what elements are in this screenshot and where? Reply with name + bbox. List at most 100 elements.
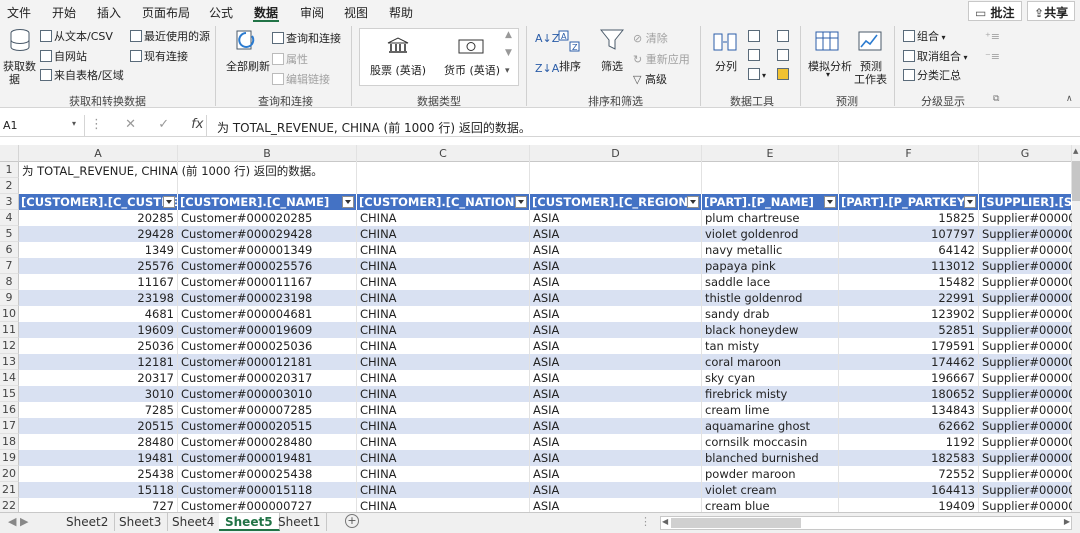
table-cell[interactable]: 1349 [19, 242, 178, 258]
table-cell[interactable]: Supplier#000000 [979, 210, 1072, 226]
filter-dropdown-icon[interactable] [824, 196, 836, 208]
table-cell[interactable]: Customer#000025438 [178, 466, 357, 482]
table-cell[interactable]: CHINA [357, 338, 530, 354]
row-header[interactable]: 20 [0, 466, 19, 482]
table-cell[interactable]: ASIA [530, 386, 702, 402]
table-cell[interactable]: 113012 [839, 258, 979, 274]
table-cell[interactable]: Supplier#000000 [979, 370, 1072, 386]
table-cell[interactable]: Supplier#000000 [979, 306, 1072, 322]
edit-links-button[interactable]: 编辑链接 [272, 71, 330, 87]
table-cell[interactable]: 28480 [19, 434, 178, 450]
table-cell[interactable]: 4681 [19, 306, 178, 322]
row-header[interactable]: 11 [0, 322, 19, 338]
table-cell[interactable]: ASIA [530, 338, 702, 354]
queries-connections-button[interactable]: 查询和连接 [272, 30, 341, 46]
sort-button[interactable]: 排序 [559, 58, 581, 74]
table-cell[interactable]: violet cream [702, 482, 839, 498]
table-cell[interactable]: Customer#000012181 [178, 354, 357, 370]
menu-help[interactable]: 帮助 [389, 4, 413, 21]
filter-dropdown-icon[interactable] [964, 196, 976, 208]
name-box[interactable]: A1 ▾ [0, 115, 85, 137]
row-header[interactable]: 12 [0, 338, 19, 354]
ungroup-button[interactable]: 取消组合 ▾ [903, 48, 968, 64]
row-header[interactable]: 5 [0, 226, 19, 242]
row-header[interactable]: 22 [0, 498, 19, 512]
row-header[interactable]: 9 [0, 290, 19, 306]
table-cell[interactable]: CHINA [357, 450, 530, 466]
table-cell[interactable]: Supplier#000000 [979, 322, 1072, 338]
table-cell[interactable]: ASIA [530, 226, 702, 242]
row-header[interactable]: 15 [0, 386, 19, 402]
table-cell[interactable]: 7285 [19, 402, 178, 418]
insert-function-icon[interactable]: fx [191, 117, 203, 132]
row-header[interactable]: 7 [0, 258, 19, 274]
table-cell[interactable]: Supplier#000000 [979, 386, 1072, 402]
table-cell[interactable]: ASIA [530, 210, 702, 226]
sheet-tab-sheet4[interactable]: Sheet4 [166, 513, 222, 531]
row-header[interactable]: 2 [0, 178, 19, 194]
table-cell[interactable]: 12181 [19, 354, 178, 370]
table-cell[interactable]: Customer#000025036 [178, 338, 357, 354]
table-cell[interactable]: CHINA [357, 322, 530, 338]
table-cell[interactable]: CHINA [357, 354, 530, 370]
properties-button[interactable]: 属性 [272, 51, 308, 67]
text-to-columns-button[interactable]: 分列 [715, 58, 737, 74]
row-header[interactable]: 17 [0, 418, 19, 434]
horizontal-scroll-thumb[interactable] [671, 518, 801, 528]
worksheet-grid[interactable]: A B C D E F G 1 2 3 4 5 6 7 8 9 10 11 12 13 14 15 16 17 18 19 20 21… [0, 145, 1072, 512]
sort-desc-icon[interactable]: Z↓A [535, 62, 559, 75]
table-cell[interactable]: sandy drab [702, 306, 839, 322]
table-header-cell[interactable]: [CUSTOMER].[C_NATION] [357, 194, 530, 210]
table-cell[interactable]: Customer#000020285 [178, 210, 357, 226]
row-header[interactable]: 19 [0, 450, 19, 466]
table-cell[interactable]: black honeydew [702, 322, 839, 338]
table-cell[interactable]: 20285 [19, 210, 178, 226]
show-detail-icon[interactable]: ⁺≡ [985, 30, 1000, 43]
table-cell[interactable]: ASIA [530, 274, 702, 290]
table-cell[interactable]: CHINA [357, 498, 530, 512]
table-cell[interactable]: papaya pink [702, 258, 839, 274]
table-cell[interactable]: CHINA [357, 466, 530, 482]
table-cell[interactable]: Customer#000029428 [178, 226, 357, 242]
menu-formulas[interactable]: 公式 [209, 4, 233, 21]
table-cell[interactable]: 15118 [19, 482, 178, 498]
table-cell[interactable]: ASIA [530, 418, 702, 434]
table-header-cell[interactable]: [PART].[P_PARTKEY] [839, 194, 979, 210]
table-cell[interactable]: 727 [19, 498, 178, 512]
table-cell[interactable]: CHINA [357, 306, 530, 322]
table-cell[interactable]: Supplier#000000 [979, 290, 1072, 306]
table-cell[interactable]: Supplier#000000 [979, 226, 1072, 242]
filter-dropdown-icon[interactable] [687, 196, 699, 208]
table-cell[interactable]: thistle goldenrod [702, 290, 839, 306]
flash-fill-icon[interactable] [748, 30, 762, 43]
table-cell[interactable]: ASIA [530, 306, 702, 322]
table-cell[interactable]: ASIA [530, 434, 702, 450]
currency-button[interactable]: 货币 (英语) [444, 62, 500, 78]
table-cell[interactable]: Supplier#000000 [979, 466, 1072, 482]
row-header[interactable]: 1 [0, 162, 19, 178]
table-cell[interactable]: ASIA [530, 498, 702, 512]
enter-icon[interactable]: ✓ [158, 117, 169, 132]
table-cell[interactable]: 134843 [839, 402, 979, 418]
table-cell[interactable]: 23198 [19, 290, 178, 306]
table-cell[interactable]: Supplier#000000 [979, 258, 1072, 274]
table-cell[interactable]: Supplier#000000 [979, 242, 1072, 258]
vertical-scrollbar[interactable]: ▲ [1072, 145, 1080, 512]
vertical-scroll-thumb[interactable] [1072, 161, 1080, 201]
name-box-dropdown-icon[interactable]: ▾ [72, 119, 76, 128]
table-cell[interactable]: 15482 [839, 274, 979, 290]
from-web-button[interactable]: 自网站 [40, 48, 87, 64]
table-cell[interactable]: plum chartreuse [702, 210, 839, 226]
row-header[interactable]: 18 [0, 434, 19, 450]
table-cell[interactable]: Supplier#000000 [979, 498, 1072, 512]
table-cell[interactable]: 20317 [19, 370, 178, 386]
scroll-up-icon[interactable]: ▲ [1073, 147, 1078, 155]
table-cell[interactable]: 19609 [19, 322, 178, 338]
table-cell[interactable]: Customer#000015118 [178, 482, 357, 498]
select-all-corner[interactable] [0, 145, 19, 162]
table-cell[interactable]: Customer#000023198 [178, 290, 357, 306]
table-cell[interactable]: Customer#000020317 [178, 370, 357, 386]
formula-input[interactable]: 为 TOTAL_REVENUE, CHINA (前 1000 行) 返回的数据。 [206, 115, 531, 137]
existing-connections-button[interactable]: 现有连接 [130, 48, 188, 64]
row-header[interactable]: 8 [0, 274, 19, 290]
